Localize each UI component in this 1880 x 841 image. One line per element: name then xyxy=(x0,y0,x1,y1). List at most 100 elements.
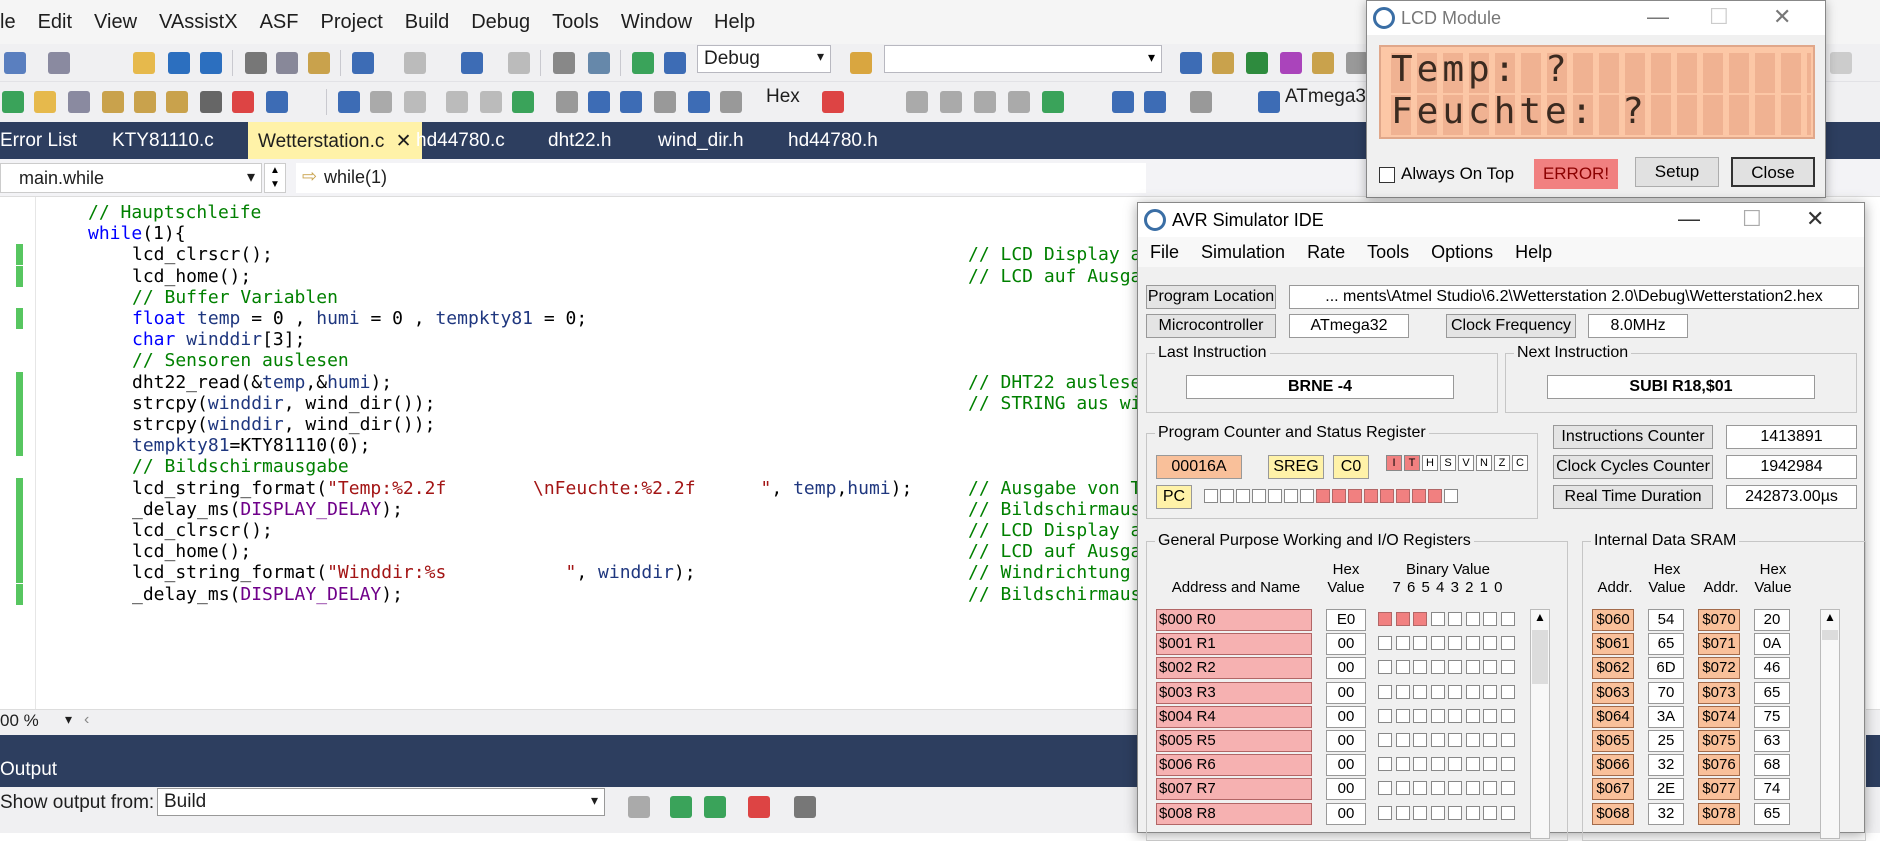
register-bit[interactable] xyxy=(1500,684,1515,699)
close-icon[interactable]: ✕ xyxy=(1773,4,1791,30)
step-over-icon[interactable] xyxy=(370,91,392,113)
register-bit[interactable] xyxy=(1430,781,1445,796)
register-bit[interactable] xyxy=(1448,636,1462,651)
sram-value[interactable]: 25 xyxy=(1648,730,1684,752)
output-next-icon[interactable] xyxy=(704,796,726,818)
tab-hd44780-c[interactable]: hd44780.c xyxy=(416,122,505,159)
register-bit[interactable] xyxy=(1500,636,1515,651)
find-combobox[interactable] xyxy=(884,45,1162,73)
sreg-flag-s[interactable]: S xyxy=(1440,455,1456,471)
disassembly-icon[interactable] xyxy=(1008,91,1030,113)
tool-icon[interactable] xyxy=(1190,91,1212,113)
register-bit[interactable] xyxy=(1378,660,1392,675)
tb-misc-icon[interactable] xyxy=(1346,52,1368,74)
tab-hd44780-h[interactable]: hd44780.h xyxy=(788,122,878,159)
code-line[interactable]: _delay_ms(DISPLAY_DELAY); xyxy=(132,582,403,607)
register-bit[interactable] xyxy=(1465,708,1480,723)
sreg-flag-t[interactable]: T xyxy=(1404,455,1420,471)
register-bit[interactable] xyxy=(1448,733,1462,747)
register-bit[interactable] xyxy=(1395,612,1410,626)
menu-asf[interactable]: ASF xyxy=(260,11,299,34)
registers-icon[interactable] xyxy=(974,91,996,113)
register-bit[interactable] xyxy=(1500,660,1515,675)
register-bit[interactable] xyxy=(1465,684,1480,699)
register-bit[interactable] xyxy=(1483,684,1497,699)
step-6-icon[interactable] xyxy=(720,91,742,113)
step-3-icon[interactable] xyxy=(620,91,642,113)
start-without-debug-icon[interactable] xyxy=(664,52,686,74)
register-bit[interactable] xyxy=(1465,612,1480,626)
register-bit[interactable] xyxy=(1395,660,1410,675)
register-bit[interactable] xyxy=(1483,636,1497,651)
sram-value[interactable]: 63 xyxy=(1754,730,1790,752)
avr-maximize-icon[interactable]: ☐ xyxy=(1742,206,1762,232)
register-bit[interactable] xyxy=(1448,660,1462,675)
avr-minimize-icon[interactable]: — xyxy=(1678,206,1700,232)
spellcheck-icon[interactable] xyxy=(232,91,254,113)
register-bit[interactable] xyxy=(1378,684,1392,699)
register-bit[interactable] xyxy=(1413,708,1427,723)
pc-bit[interactable] xyxy=(1204,489,1218,503)
register-bit[interactable] xyxy=(1483,757,1497,772)
step-5-icon[interactable] xyxy=(688,91,710,113)
register-bit[interactable] xyxy=(1483,733,1497,747)
avr-menu-file[interactable]: File xyxy=(1150,242,1179,263)
register-bit[interactable] xyxy=(1483,612,1497,626)
pc-bit[interactable] xyxy=(1316,489,1330,503)
register-hex-value[interactable]: 00 xyxy=(1326,681,1366,704)
avr-menu-options[interactable]: Options xyxy=(1431,242,1493,263)
register-bit[interactable] xyxy=(1448,612,1462,626)
microcontroller-field[interactable]: ATmega32 xyxy=(1289,314,1409,338)
sram-value[interactable]: 65 xyxy=(1754,681,1790,704)
stop-icon[interactable] xyxy=(404,91,426,113)
output-window-icon[interactable] xyxy=(1246,52,1268,74)
undo-icon[interactable] xyxy=(352,52,374,74)
pc-bit[interactable] xyxy=(1412,489,1426,503)
sram-value[interactable]: 3A xyxy=(1648,705,1684,728)
sram-value[interactable]: 70 xyxy=(1648,681,1684,704)
sreg-flag-c[interactable]: C xyxy=(1512,455,1528,471)
maximize-icon[interactable]: ☐ xyxy=(1709,4,1729,30)
sram-scrollbar[interactable]: ▲ xyxy=(1820,609,1840,839)
tab-wind-dir-h[interactable]: wind_dir.h xyxy=(658,122,744,159)
sram-value[interactable]: 32 xyxy=(1648,754,1684,777)
register-hex-value[interactable]: 00 xyxy=(1326,778,1366,801)
step-4-icon[interactable] xyxy=(654,91,676,113)
register-bit[interactable] xyxy=(1465,636,1480,651)
scope-dropdown[interactable]: main.while xyxy=(0,163,262,193)
register-bit[interactable] xyxy=(1483,781,1497,796)
gpr-scroll-up-icon[interactable]: ▲ xyxy=(1531,610,1549,624)
register-bit[interactable] xyxy=(1413,612,1427,626)
configuration-select[interactable]: Debug xyxy=(697,45,831,73)
register-bit[interactable] xyxy=(1430,660,1445,675)
cut-icon[interactable] xyxy=(245,52,267,74)
sram-value[interactable]: 75 xyxy=(1754,705,1790,728)
hex-toggle-button[interactable]: Hex xyxy=(766,86,800,108)
sram-scroll-up-icon[interactable]: ▲ xyxy=(1821,610,1839,624)
avr-close-icon[interactable]: ✕ xyxy=(1806,206,1824,232)
pc-bit[interactable] xyxy=(1380,489,1394,503)
pc-bit[interactable] xyxy=(1236,489,1250,503)
gpr-scrollbar[interactable]: ▲ xyxy=(1530,609,1550,839)
register-hex-value[interactable]: 00 xyxy=(1326,730,1366,752)
register-bit[interactable] xyxy=(1430,708,1445,723)
save-all-icon[interactable] xyxy=(200,52,222,74)
pause-icon[interactable] xyxy=(480,91,502,113)
pc-bit[interactable] xyxy=(1332,489,1346,503)
register-bit[interactable] xyxy=(1378,805,1392,820)
menu-edit[interactable]: Edit xyxy=(38,11,72,34)
avr-menu-tools[interactable]: Tools xyxy=(1367,242,1409,263)
sram-value[interactable]: 2E xyxy=(1648,778,1684,801)
tab-close-icon[interactable]: ✕ xyxy=(390,131,412,152)
register-bit[interactable] xyxy=(1500,757,1515,772)
register-bit[interactable] xyxy=(1395,781,1410,796)
tb-overflow-icon[interactable] xyxy=(1830,52,1852,74)
sram-value[interactable]: 46 xyxy=(1754,657,1790,680)
program-location-field[interactable]: ... ments\Atmel Studio\6.2\Wetterstation… xyxy=(1289,285,1859,309)
scroll-left-icon[interactable]: ‹ xyxy=(84,711,89,729)
menu-help[interactable]: Help xyxy=(714,11,755,34)
register-bit[interactable] xyxy=(1395,684,1410,699)
sram-value[interactable]: 6D xyxy=(1648,657,1684,680)
open-file-icon[interactable] xyxy=(133,52,155,74)
register-bit[interactable] xyxy=(1448,684,1462,699)
